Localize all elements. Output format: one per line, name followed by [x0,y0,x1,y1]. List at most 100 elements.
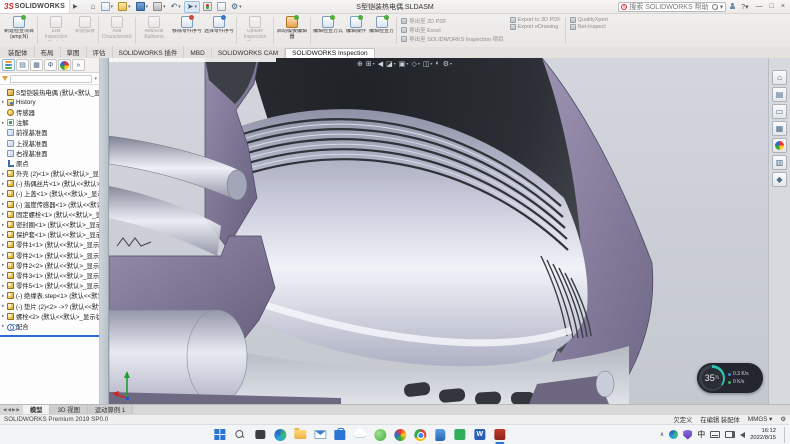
chrome-app[interactable] [413,428,426,441]
edit-inspection-methods-button[interactable]: 编辑检查方式 [312,15,344,46]
panel-overflow-chevron[interactable]: » [72,59,85,71]
mail-app[interactable] [313,428,326,441]
select-tool-button[interactable]: ➤▾ [184,1,200,13]
custom-properties-icon[interactable]: ▥ [772,155,787,170]
tree-item-component[interactable]: ▸固定螺栓<1> (默认<<默认>_显示 [0,209,99,219]
rollback-bar[interactable] [0,335,99,337]
edit-inspectors-button[interactable]: 编辑检查方 [368,15,395,46]
login-account-icon[interactable] [729,3,736,10]
dimxpertmanager-tab[interactable]: Φ [44,59,57,71]
filter-input[interactable] [10,75,92,83]
notes-app[interactable] [453,428,466,441]
add-characteristic-button[interactable]: Add Characteristic [100,15,134,46]
launch-template-editor-button[interactable]: 启动模板编辑器 [275,15,309,46]
tree-item-component[interactable]: ▸零件5<1> (默认<<默认>_显示状态 [0,281,99,291]
active-app-solidworks[interactable] [493,428,506,441]
tree-item-component[interactable]: ▸(-) 温度传感器<1> (默认<<默认>_ [0,199,99,209]
add-edit-balloons-button[interactable]: Add/Edit Balloons [137,15,171,46]
tab-addins[interactable]: SOLIDWORKS 插件 [113,46,185,58]
tab-evaluate[interactable]: 评估 [87,46,113,58]
options-button[interactable]: ⚙▾ [229,1,244,13]
restore-button[interactable]: □ [768,3,776,10]
tree-item-annotations[interactable]: ▸注解 [0,118,99,128]
view-orientation-icon[interactable]: ▣ [399,60,406,68]
status-options-gear-icon[interactable]: ⚙ [780,416,786,423]
tree-item-component[interactable]: ▸(-) 热偶丝片<1> (默认<<默认>_显 [0,179,99,189]
file-properties-button[interactable] [215,1,228,13]
tree-item-mates[interactable]: ▸配合 [0,321,99,331]
task-view-button[interactable] [253,428,266,441]
update-inspection-project-button[interactable]: Update Inspection Project [238,15,272,46]
tree-item-right-plane[interactable]: 右视基准面 [0,148,99,158]
design-library-icon[interactable]: ▤ [772,87,787,102]
tray-overflow-chevron[interactable]: ∧ [660,431,664,438]
new-document-button[interactable]: ▾ [99,1,116,13]
store-app[interactable] [333,428,346,441]
new-template-button[interactable]: 新建模板 [73,15,97,46]
reader-app[interactable] [433,428,446,441]
edit-inspection-project-button[interactable]: Edit Inspection Project [39,15,73,46]
tab-3d-views[interactable]: 3D 视图 [50,405,87,414]
close-button[interactable]: × [779,3,787,10]
filter-funnel-icon[interactable] [2,76,8,81]
new-inspection-project-button[interactable]: 新建检查项目(amp;N) [2,15,36,46]
tray-edge-icon[interactable] [669,430,678,439]
net-inspect-button[interactable]: Net-Inspect [570,24,608,30]
ime-indicator[interactable]: 中 [697,429,705,440]
tree-item-front-plane[interactable]: 前视基准面 [0,128,99,138]
view-settings-icon[interactable]: ⚙ [443,60,449,68]
tree-item-component[interactable]: ▸零件3<1> (默认<<默认>_显示状态 [0,270,99,280]
tray-shield-icon[interactable] [683,430,692,440]
search-icon[interactable] [712,4,718,10]
file-explorer-app[interactable] [293,428,306,441]
word-app[interactable]: W [473,428,486,441]
tree-item-component[interactable]: ▸螺栓<2> (默认<<默认>_显示状态 [0,311,99,321]
browser-green-app[interactable] [373,428,386,441]
tab-assembly[interactable]: 装配体 [2,46,35,58]
configurationmanager-tab[interactable]: ▦ [30,59,43,71]
search-input[interactable]: S 搜索 SOLIDWORKS 帮助 ▾ [618,2,726,12]
tree-item-component[interactable]: ▸零件1<1> (默认<<默认>_显示状态 [0,240,99,250]
search-dropdown-icon[interactable]: ▾ [720,3,724,11]
solidworks-logo[interactable]: 3S SOLIDWORKS [0,0,70,13]
tab-solidworks-cam[interactable]: SOLIDWORKS CAM [212,49,285,58]
tab-scroll-first-icon[interactable]: ◀ [3,407,6,413]
export-excel-button[interactable]: 导出至 Excel [401,26,503,34]
graphics-viewport[interactable]: ⊕ ⊞▾ ◀ ◪▾ ▣▾ ◇▾ ◫▾ ◐ ⚙▾ 35 [109,58,768,404]
filter-dropdown-icon[interactable]: ▾ [94,76,97,82]
qualityxpert-button[interactable]: QualityXpert [570,17,608,23]
network-speed-ball[interactable]: 35 % 0.3 K/s 0 K/s [697,363,763,393]
taskbar-search-button[interactable] [233,428,246,441]
menu-flyout-icon[interactable]: ▶ [70,3,81,10]
select-balloons-button[interactable]: 选择零件序号 [203,15,235,46]
hide-show-items-icon[interactable]: ◫ [423,60,430,68]
tree-item-origin[interactable]: 原点 [0,158,99,168]
touch-keyboard-icon[interactable] [710,431,720,438]
solidworks-resources-icon[interactable]: ⌂ [772,70,787,85]
tree-item-history[interactable]: ▸History [0,97,99,107]
zoom-area-icon[interactable]: ⊞ [366,60,372,68]
units-selector[interactable]: MMGS ▾ [748,416,773,423]
section-view-icon[interactable]: ◪ [386,60,393,68]
display-style-icon[interactable]: ◇ [411,60,416,68]
previous-view-icon[interactable]: ◀ [378,60,383,68]
rebuild-button[interactable] [201,1,214,13]
zoom-fit-icon[interactable]: ⊕ [357,60,363,68]
start-button[interactable] [213,428,226,441]
export-2d-pdf-button[interactable]: 导出至 2D PDF [401,17,503,25]
displaymanager-tab[interactable] [58,59,71,71]
appearances-scenes-icon[interactable] [772,138,787,153]
weather-app[interactable] [353,428,366,441]
browser-color-app[interactable] [393,428,406,441]
featuremanager-tab[interactable] [2,59,15,71]
tab-scroll-last-icon[interactable]: ▶ [16,407,19,413]
open-button[interactable]: ▾ [116,1,133,13]
tab-solidworks-inspection[interactable]: SOLIDWORKS Inspection [285,48,375,58]
export-3d-pdf-button[interactable]: Export to 3D PDF [510,17,561,23]
propertymanager-tab[interactable]: ▤ [16,59,29,71]
tab-layout[interactable]: 布局 [35,46,61,58]
tree-item-component[interactable]: ▸(-) 垫片 (2)<2> ->? (默认<<默认> [0,301,99,311]
tree-item-component[interactable]: ▸密封圈<1> (默认<<默认>_显示状态 [0,219,99,229]
tree-item-component[interactable]: ▸外壳 (2)<1> (默认<<默认>_显示状 [0,169,99,179]
tab-mbd[interactable]: MBD [184,49,211,58]
